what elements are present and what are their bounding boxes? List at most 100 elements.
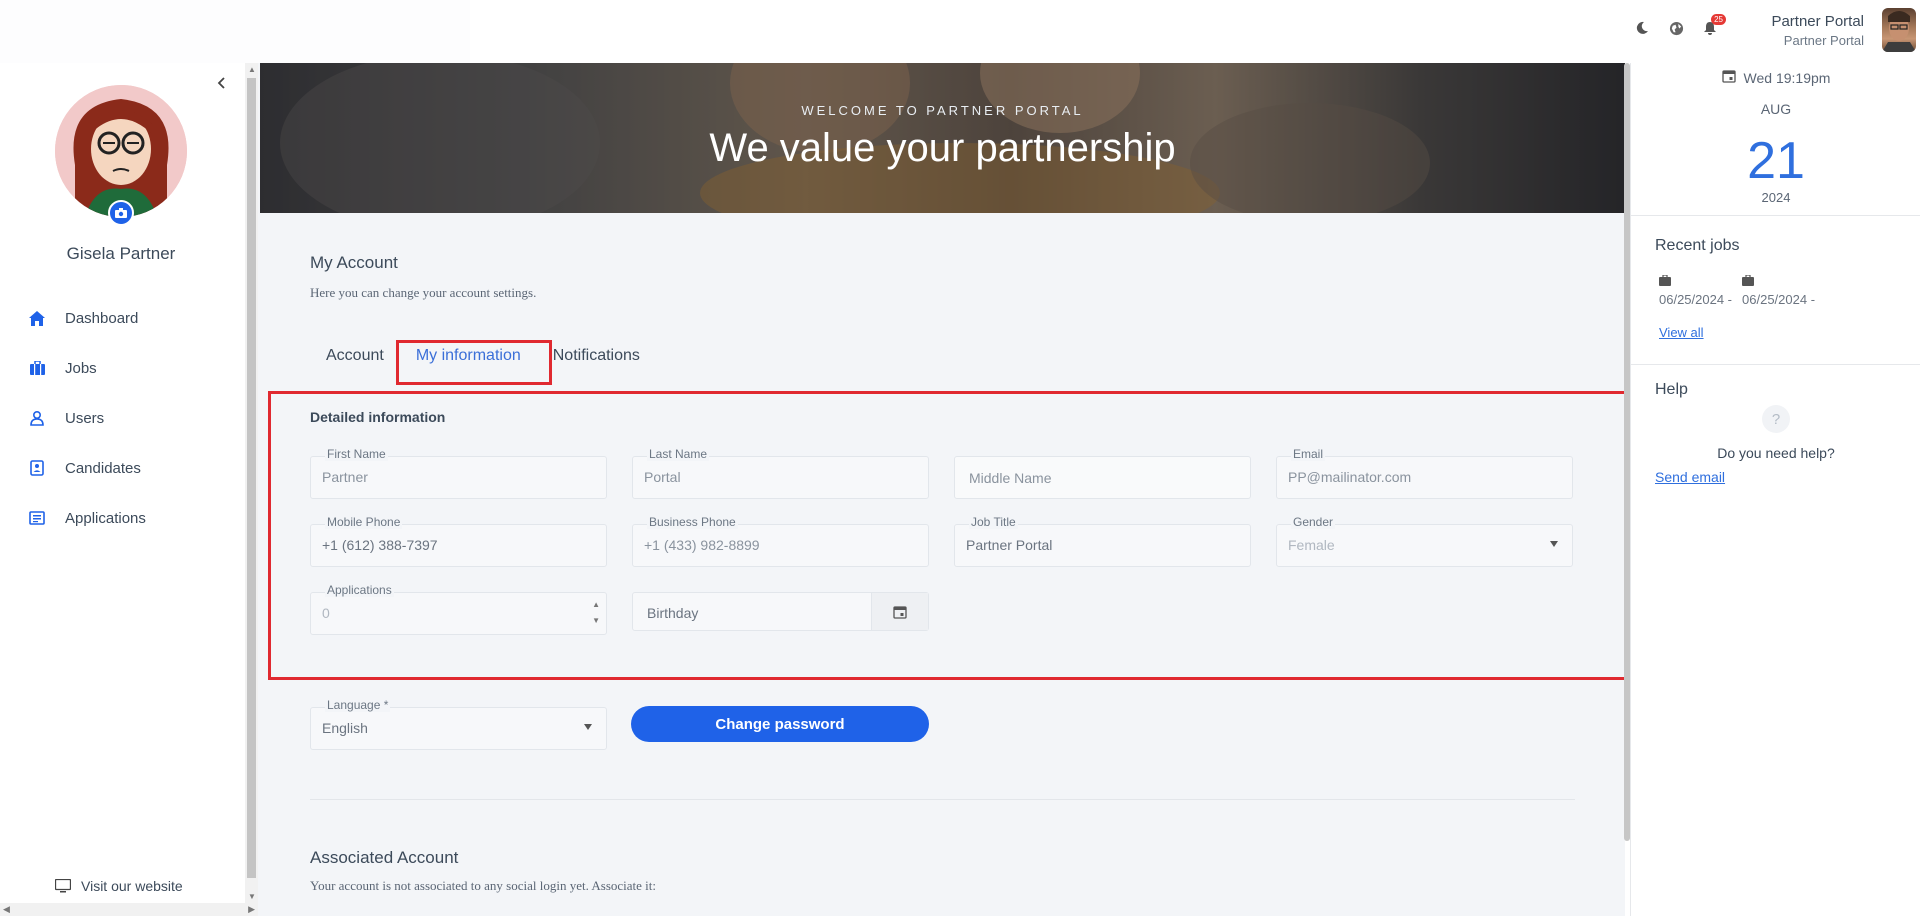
tab-account[interactable]: Account bbox=[310, 339, 400, 373]
email-field[interactable]: Email PP@mailinator.com bbox=[1276, 447, 1573, 499]
sidebar-item-jobs[interactable]: Jobs bbox=[0, 343, 242, 393]
scrollbar-thumb[interactable] bbox=[247, 78, 256, 878]
chevron-down-icon bbox=[1550, 541, 1558, 547]
camera-icon[interactable] bbox=[108, 200, 134, 226]
tab-notifications[interactable]: Notifications bbox=[537, 339, 656, 373]
user-name: Gisela Partner bbox=[66, 244, 176, 263]
field-value: 0 bbox=[322, 605, 330, 621]
candidate-icon bbox=[28, 459, 46, 477]
date-year: 2024 bbox=[1761, 190, 1791, 205]
language-select[interactable]: Language * English bbox=[310, 698, 607, 750]
chevron-down-icon bbox=[584, 724, 592, 730]
scroll-left-icon[interactable]: ◀ bbox=[3, 904, 10, 915]
birthday-field[interactable]: Birthday bbox=[632, 592, 929, 631]
sidebar-item-candidates[interactable]: Candidates bbox=[0, 443, 242, 493]
scroll-up-icon[interactable]: ▲ bbox=[248, 65, 256, 74]
field-label: Language * bbox=[325, 698, 391, 712]
top-bar-blank-area bbox=[0, 0, 470, 63]
field-label: First Name bbox=[325, 447, 388, 461]
recent-job-date: 06/25/2024 - bbox=[1659, 292, 1733, 307]
section-divider bbox=[310, 799, 1575, 800]
field-placeholder: Birthday bbox=[647, 605, 699, 621]
sidebar-item-label: Users bbox=[65, 409, 105, 427]
notification-badge: 25 bbox=[1711, 14, 1726, 25]
field-label: Email bbox=[1291, 447, 1326, 461]
briefcase-icon bbox=[28, 359, 46, 377]
field-label: Business Phone bbox=[647, 515, 738, 529]
monitor-icon bbox=[54, 878, 72, 893]
recent-job-date: 06/25/2024 - bbox=[1742, 292, 1816, 307]
last-name-field[interactable]: Last Name Portal bbox=[632, 447, 929, 499]
question-icon: ? bbox=[1762, 405, 1790, 433]
middle-name-field[interactable]: Middle Name bbox=[954, 456, 1251, 499]
sidebar-scrollbar[interactable]: ▲ ▼ bbox=[245, 63, 258, 903]
top-icons: 25 bbox=[1633, 14, 1726, 37]
field-value: +1 (612) 388-7397 bbox=[322, 537, 438, 553]
page-title: My Account bbox=[310, 253, 398, 272]
sidebar-item-label: Applications bbox=[65, 509, 146, 527]
first-name-field[interactable]: First Name Partner bbox=[310, 447, 607, 499]
profile-subtitle: Partner Portal bbox=[1783, 33, 1864, 48]
briefcase-icon bbox=[1742, 273, 1755, 286]
calendar-icon[interactable] bbox=[871, 593, 928, 630]
right-panel: Wed 19:19pm AUG 21 2024 Recent jobs 06/2… bbox=[1630, 63, 1920, 916]
date-day: 21 bbox=[1747, 132, 1805, 190]
sidebar-item-applications[interactable]: Applications bbox=[0, 493, 242, 543]
scroll-right-icon[interactable]: ▶ bbox=[248, 904, 255, 915]
recent-job-item[interactable]: 06/25/2024 - bbox=[1659, 273, 1732, 307]
change-password-button[interactable]: Change password bbox=[631, 706, 929, 742]
sidebar-nav: Dashboard Jobs Users Candidates Applicat… bbox=[0, 293, 242, 543]
gender-select[interactable]: Gender Female bbox=[1276, 515, 1573, 567]
applications-stepper[interactable]: Applications 0 ▲ ▼ bbox=[310, 583, 607, 635]
calendar-icon bbox=[1721, 69, 1736, 86]
profile-avatar[interactable] bbox=[1882, 8, 1916, 52]
field-value: Portal bbox=[644, 469, 681, 485]
collapse-sidebar-icon[interactable] bbox=[214, 75, 230, 91]
panel-divider bbox=[1631, 364, 1920, 365]
recent-jobs-title: Recent jobs bbox=[1655, 237, 1740, 254]
top-bar: 25 Partner Portal Partner Portal bbox=[0, 0, 1920, 63]
field-label: Job Title bbox=[969, 515, 1018, 529]
recent-jobs-list: 06/25/2024 - 06/25/2024 - bbox=[1659, 273, 1815, 307]
send-email-link[interactable]: Send email bbox=[1655, 469, 1725, 485]
hero-banner: WELCOME TO PARTNER PORTAL We value your … bbox=[260, 63, 1625, 213]
field-value: Partner bbox=[322, 469, 368, 485]
view-all-link[interactable]: View all bbox=[1659, 325, 1704, 340]
field-value: Partner Portal bbox=[966, 537, 1053, 553]
stepper-arrows-icon[interactable]: ▲ ▼ bbox=[592, 597, 600, 629]
sidebar: Gisela Partner Dashboard Jobs Users Cand… bbox=[0, 63, 245, 909]
sidebar-item-label: Candidates bbox=[65, 459, 141, 477]
field-placeholder: Middle Name bbox=[969, 470, 1052, 486]
horizontal-scrollbar[interactable]: ◀ ▶ bbox=[0, 903, 258, 916]
field-label: Gender bbox=[1291, 515, 1336, 529]
briefcase-icon bbox=[1659, 273, 1671, 286]
tab-highlight-box bbox=[396, 340, 552, 385]
sidebar-item-users[interactable]: Users bbox=[0, 393, 242, 443]
sidebar-item-dashboard[interactable]: Dashboard bbox=[0, 293, 242, 343]
moon-icon[interactable] bbox=[1633, 19, 1651, 37]
scroll-down-icon[interactable]: ▼ bbox=[248, 892, 256, 901]
field-value: English bbox=[322, 720, 368, 736]
main-content: WELCOME TO PARTNER PORTAL We value your … bbox=[258, 63, 1625, 916]
current-datetime: Wed 19:19pm bbox=[1631, 69, 1920, 86]
mobile-phone-field[interactable]: Mobile Phone +1 (612) 388-7397 bbox=[310, 515, 607, 567]
bell-icon[interactable]: 25 bbox=[1701, 14, 1726, 37]
sidebar-item-label: Dashboard bbox=[65, 309, 139, 327]
hero-kicker: WELCOME TO PARTNER PORTAL bbox=[801, 103, 1084, 118]
list-icon bbox=[28, 509, 46, 527]
profile-menu[interactable]: Partner Portal Partner Portal bbox=[1771, 13, 1864, 48]
panel-divider bbox=[1631, 215, 1920, 216]
job-title-field[interactable]: Job Title Partner Portal bbox=[954, 515, 1251, 567]
associated-account-title: Associated Account bbox=[310, 848, 459, 867]
field-label: Last Name bbox=[647, 447, 710, 461]
visit-website-label: Visit our website bbox=[81, 878, 183, 894]
user-avatar[interactable] bbox=[55, 85, 187, 217]
user-icon bbox=[28, 409, 46, 427]
page-subtitle: Here you can change your account setting… bbox=[310, 285, 537, 300]
recent-job-item[interactable]: 06/25/2024 - bbox=[1742, 273, 1815, 307]
visit-website-link[interactable]: Visit our website bbox=[54, 878, 183, 894]
globe-icon[interactable] bbox=[1667, 19, 1685, 37]
date-month: AUG bbox=[1760, 101, 1792, 117]
business-phone-field[interactable]: Business Phone +1 (433) 982-8899 bbox=[632, 515, 929, 567]
sidebar-item-label: Jobs bbox=[65, 359, 97, 377]
